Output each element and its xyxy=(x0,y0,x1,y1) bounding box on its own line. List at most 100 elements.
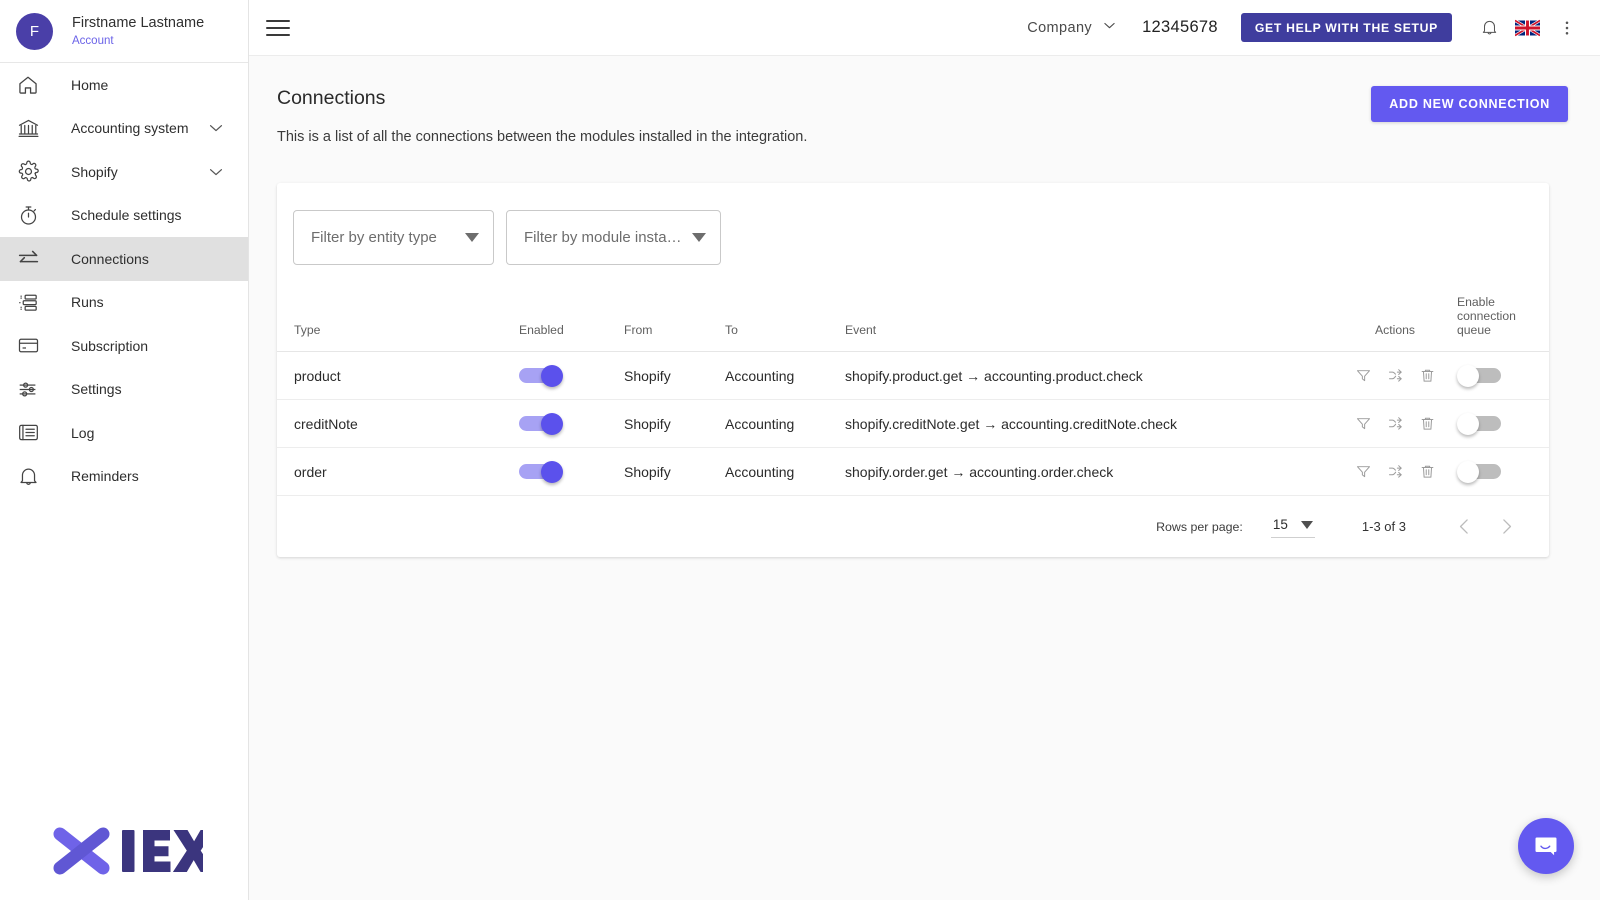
sidebar-item-schedule-settings[interactable]: Schedule settings xyxy=(0,194,248,238)
sidebar-item-label: Subscription xyxy=(71,337,149,354)
add-new-connection-button[interactable]: ADD NEW CONNECTION xyxy=(1371,86,1568,122)
more-options-kebab-icon[interactable] xyxy=(1550,11,1584,45)
column-header-to: To xyxy=(725,285,845,352)
enabled-toggle[interactable] xyxy=(519,364,565,387)
cell-actions xyxy=(1345,399,1445,448)
filter-by-entity-type-select[interactable]: Filter by entity type xyxy=(293,210,494,265)
account-link[interactable]: Account xyxy=(72,34,204,48)
cell-actions xyxy=(1345,351,1445,400)
connection-queue-toggle[interactable] xyxy=(1457,364,1503,387)
page-header-text: Connections This is a list of all the co… xyxy=(277,86,807,145)
filter-by-module-instance-select[interactable]: Filter by module insta… xyxy=(506,210,721,265)
sidebar-item-reminders[interactable]: Reminders xyxy=(0,455,248,499)
filter-icon[interactable] xyxy=(1353,414,1373,434)
user-profile-block[interactable]: F Firstname Lastname Account xyxy=(0,0,248,63)
table-row: order Shopify Accounting shopify.order.g… xyxy=(277,447,1549,496)
sidebar-item-label: Log xyxy=(71,424,95,441)
shuffle-icon[interactable] xyxy=(1385,414,1405,434)
iex-logo-mark xyxy=(53,827,203,875)
hamburger-menu-icon[interactable] xyxy=(261,11,295,45)
chevron-down-icon xyxy=(691,233,706,242)
page-content: Connections This is a list of all the co… xyxy=(249,56,1600,900)
sidebar-item-label: Home xyxy=(71,76,109,93)
cell-event: shopify.order.get → accounting.order.che… xyxy=(845,447,1345,496)
topbar: Company 12345678 GET HELP WITH THE SETUP xyxy=(249,0,1600,56)
column-header-actions: Actions xyxy=(1345,285,1445,352)
enabled-toggle[interactable] xyxy=(519,460,565,483)
user-meta: Firstname Lastname Account xyxy=(72,15,204,48)
notifications-bell-icon[interactable] xyxy=(1472,11,1506,45)
trash-icon[interactable] xyxy=(1417,366,1437,386)
sidebar-item-label: Runs xyxy=(71,294,104,311)
chevron-down-icon xyxy=(1300,520,1313,529)
sidebar-item-home[interactable]: Home xyxy=(0,63,248,107)
sidebar-item-subscription[interactable]: Subscription xyxy=(0,324,248,368)
language-flag-icon[interactable] xyxy=(1510,11,1544,45)
cell-actions xyxy=(1345,447,1445,496)
toggle-thumb xyxy=(1457,460,1479,483)
cell-queue xyxy=(1445,399,1549,448)
table-row: product Shopify Accounting shopify.produ… xyxy=(277,351,1549,400)
filter-entity-type-label: Filter by entity type xyxy=(311,229,437,246)
gear-icon xyxy=(14,158,42,186)
cell-to: Accounting xyxy=(725,447,845,496)
home-icon xyxy=(14,71,42,99)
trash-icon[interactable] xyxy=(1417,462,1437,482)
cell-enabled xyxy=(519,399,624,448)
sidebar-item-label: Shopify xyxy=(71,163,118,180)
chevron-down-icon[interactable] xyxy=(206,118,226,138)
get-help-button[interactable]: GET HELP WITH THE SETUP xyxy=(1240,13,1452,42)
filter-module-instance-label: Filter by module insta… xyxy=(524,229,682,246)
cell-enabled xyxy=(519,351,624,400)
connection-queue-toggle[interactable] xyxy=(1457,460,1503,483)
column-header-enabled: Enabled xyxy=(519,285,624,352)
trash-icon[interactable] xyxy=(1417,414,1437,434)
bell-icon xyxy=(14,462,42,490)
sliders-icon xyxy=(14,375,42,403)
previous-page-button[interactable] xyxy=(1443,506,1485,548)
filter-icon[interactable] xyxy=(1353,366,1373,386)
page-title: Connections xyxy=(277,87,386,109)
uk-flag-icon xyxy=(1514,18,1540,37)
shuffle-icon[interactable] xyxy=(1385,462,1405,482)
rows-per-page-value: 15 xyxy=(1272,517,1288,532)
company-selector[interactable]: Company xyxy=(1027,17,1118,38)
row-actions xyxy=(1345,366,1445,386)
chevron-down-icon[interactable] xyxy=(206,162,226,182)
sidebar-item-accounting-system[interactable]: Accounting system xyxy=(0,107,248,151)
cell-from: Shopify xyxy=(624,399,725,448)
cell-enabled xyxy=(519,447,624,496)
toggle-thumb xyxy=(541,364,563,387)
table-header-row: Type Enabled From To Event Actions Enabl… xyxy=(277,285,1549,352)
toggle-thumb xyxy=(541,412,563,435)
chevron-down-icon xyxy=(465,233,479,242)
sidebar-item-settings[interactable]: Settings xyxy=(0,368,248,412)
cell-type: product xyxy=(277,351,519,400)
cell-from: Shopify xyxy=(624,351,725,400)
page-header: Connections This is a list of all the co… xyxy=(277,86,1568,145)
shuffle-icon[interactable] xyxy=(1385,366,1405,386)
sidebar-item-log[interactable]: Log xyxy=(0,411,248,455)
column-header-enable-connection-queue: Enable connection queue xyxy=(1445,285,1549,352)
timer-icon xyxy=(14,201,42,229)
cell-to: Accounting xyxy=(725,351,845,400)
sidebar-item-label: Accounting system xyxy=(71,120,189,137)
enabled-toggle[interactable] xyxy=(519,412,565,435)
next-page-button[interactable] xyxy=(1485,506,1527,548)
sidebar-item-label: Schedule settings xyxy=(71,207,182,224)
avatar: F xyxy=(16,12,53,50)
sidebar-item-shopify[interactable]: Shopify xyxy=(0,150,248,194)
rows-per-page-select[interactable]: 15 xyxy=(1270,515,1315,538)
sidebar-item-connections[interactable]: Connections xyxy=(0,237,248,281)
toggle-thumb xyxy=(541,460,563,483)
sidebar-item-runs[interactable]: Runs xyxy=(0,281,248,325)
filter-icon[interactable] xyxy=(1353,462,1373,482)
connection-queue-toggle[interactable] xyxy=(1457,412,1503,435)
chat-launcher-button[interactable] xyxy=(1518,818,1574,874)
cell-type: order xyxy=(277,447,519,496)
bank-icon xyxy=(14,114,42,142)
column-header-event: Event xyxy=(845,285,1345,352)
page-subtitle: This is a list of all the connections be… xyxy=(277,129,808,145)
row-actions xyxy=(1345,462,1445,482)
user-name: Firstname Lastname xyxy=(72,14,205,31)
